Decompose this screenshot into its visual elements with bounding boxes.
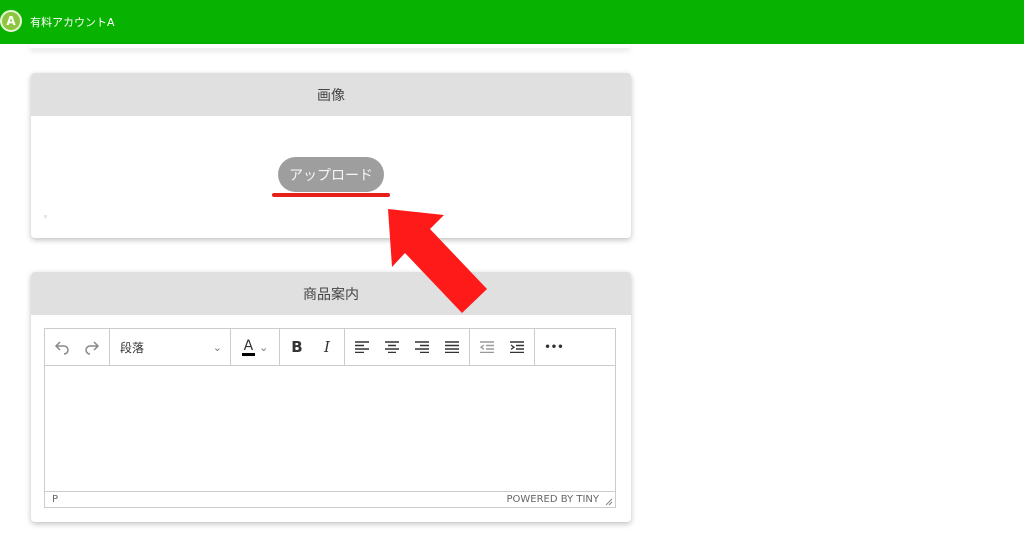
red-pointer-arrow [388,209,487,313]
more-group: ••• [535,329,573,365]
font-color-letter: A [241,337,256,356]
indent-icon[interactable] [502,332,532,362]
history-group [45,329,110,365]
chevron-down-icon: ⌄ [212,340,222,354]
editor-toolbar: 段落 ⌄ A ⌄ B I ••• [45,329,615,366]
redo-icon[interactable] [77,332,107,362]
description-card-title: 商品案内 [303,286,359,303]
editor-content-area[interactable] [45,366,615,494]
outdent-icon[interactable] [472,332,502,362]
align-center-icon[interactable] [377,332,407,362]
chevron-down-icon: ⌄ [259,340,269,354]
upload-button[interactable]: アップロード [278,157,384,192]
italic-button[interactable]: I [312,332,342,362]
align-group [345,329,470,365]
image-placeholder-dot [44,215,47,218]
align-justify-icon[interactable] [437,332,467,362]
align-left-icon[interactable] [347,332,377,362]
align-right-icon[interactable] [407,332,437,362]
block-format-select[interactable]: 段落 ⌄ [112,332,228,362]
block-format-value: 段落 [120,340,145,355]
block-format-group: 段落 ⌄ [110,329,231,365]
font-color-group: A ⌄ [231,329,280,365]
description-card-header: 商品案内 [31,272,631,315]
top-bar: A 有料アカウントA [0,0,1024,44]
rich-text-editor: 段落 ⌄ A ⌄ B I ••• P POWERED BY TINY [44,328,616,508]
editor-status-bar: P POWERED BY TINY [45,491,615,507]
image-card-title: 画像 [317,87,345,104]
format-group: B I [280,329,345,365]
undo-icon[interactable] [47,332,77,362]
powered-by-link[interactable]: POWERED BY TINY [507,494,600,505]
upload-highlight-underline [272,193,390,197]
previous-card-edge [30,44,630,48]
more-options-button[interactable]: ••• [537,332,571,362]
image-card: 画像 アップロード [31,73,631,238]
element-path[interactable]: P [52,494,58,505]
resize-handle-icon[interactable] [605,498,613,506]
image-card-header: 画像 [31,73,631,116]
account-name[interactable]: 有料アカウントA [30,14,115,30]
font-color-button[interactable]: A ⌄ [233,332,277,362]
account-avatar[interactable]: A [0,10,22,32]
bold-button[interactable]: B [282,332,312,362]
indent-group [470,329,535,365]
description-card: 商品案内 段落 ⌄ A ⌄ B I ••• P POWERED BY TINY [31,272,631,522]
